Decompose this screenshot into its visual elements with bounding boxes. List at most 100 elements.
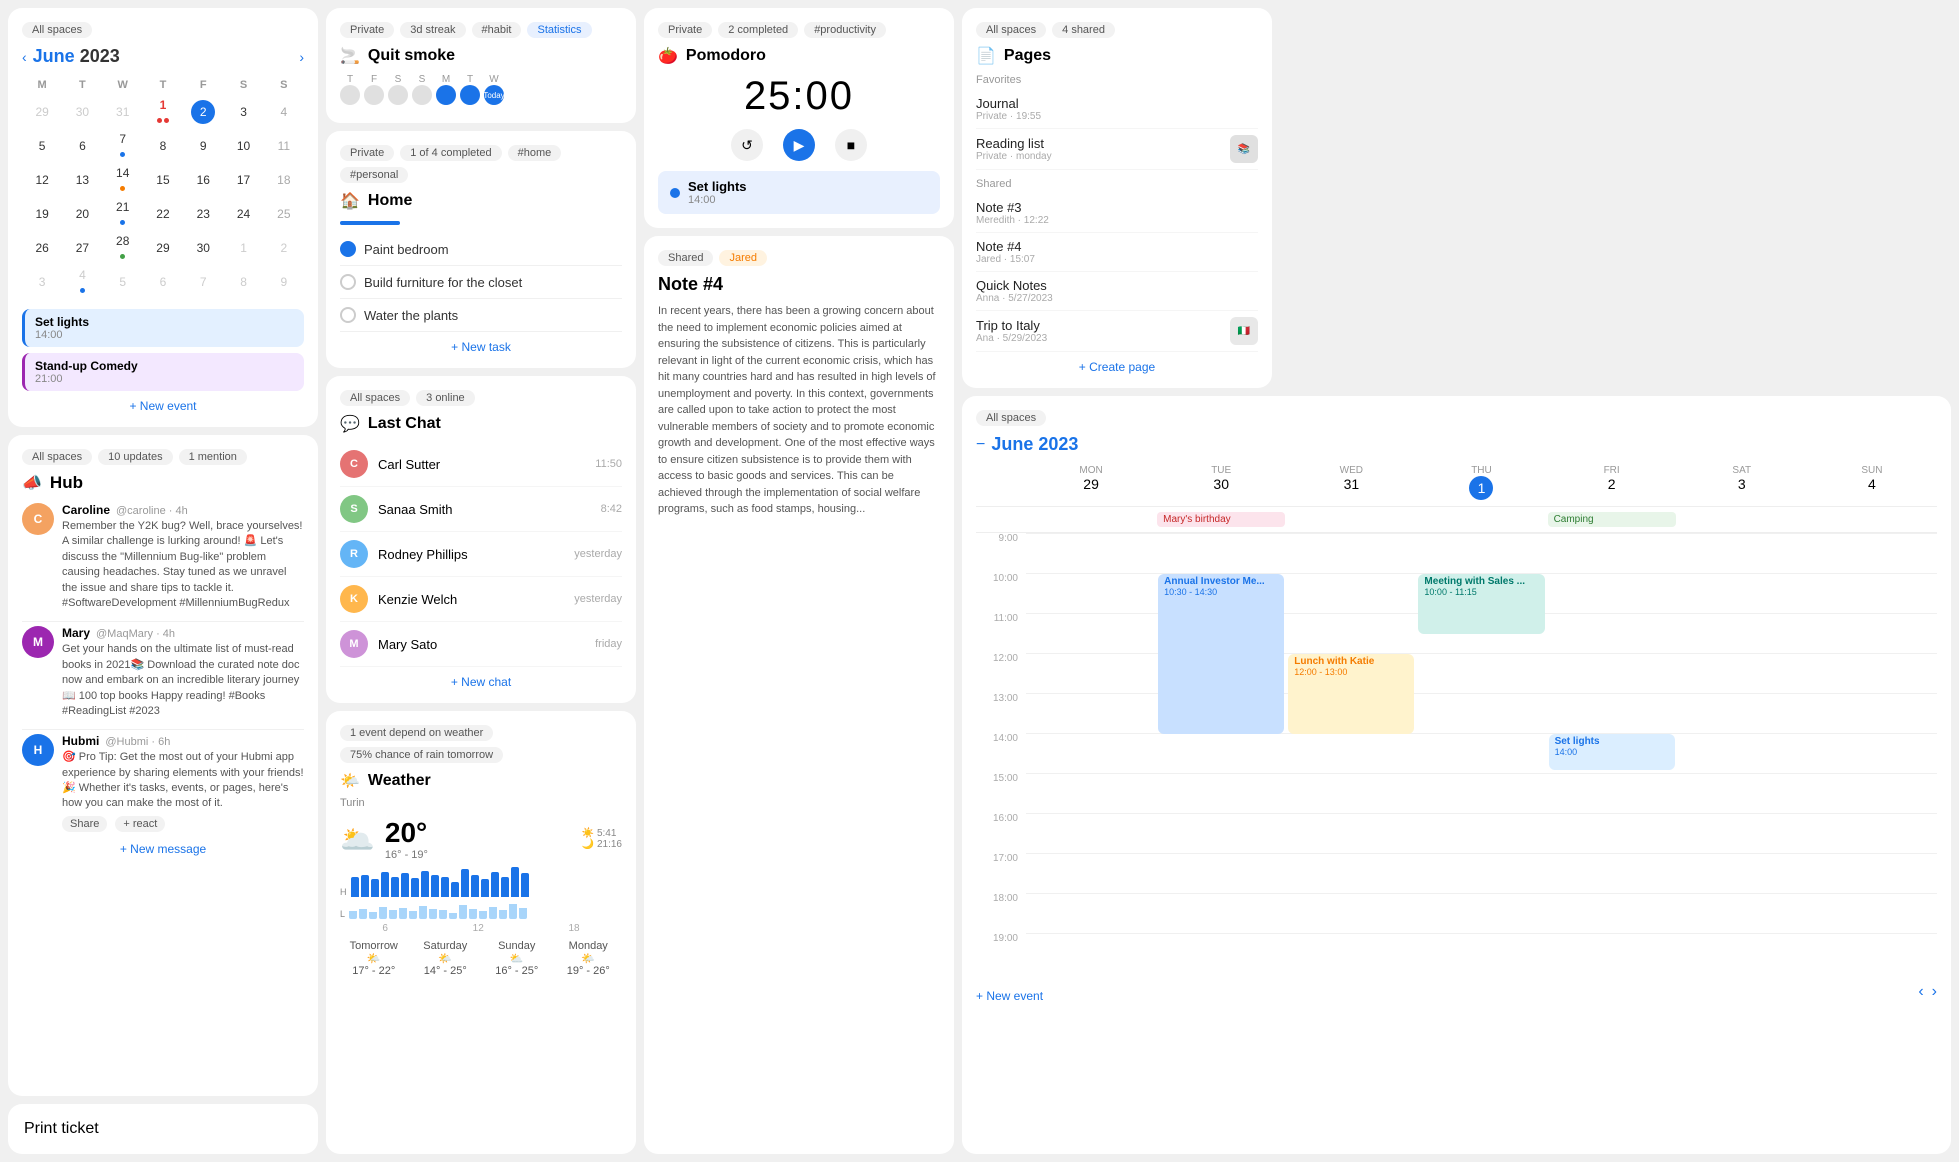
- cal-cell[interactable]: 1: [143, 95, 183, 129]
- cal-cell[interactable]: 5: [103, 265, 143, 299]
- cal-cell[interactable]: 15: [143, 163, 183, 197]
- cal-next-btn[interactable]: ›: [299, 49, 304, 65]
- note4-title: Note #4: [658, 274, 940, 295]
- week-next-btn[interactable]: ›: [1932, 983, 1937, 1001]
- week-prev-btn[interactable]: ‹: [1918, 983, 1923, 1001]
- event-standup-comedy[interactable]: Stand-up Comedy 21:00: [22, 353, 304, 391]
- task-checkbox[interactable]: [340, 274, 356, 290]
- pomo-stop-btn[interactable]: ■: [835, 129, 867, 161]
- cal-cell[interactable]: 10: [223, 129, 263, 163]
- time-label-18: 18:00: [976, 893, 1026, 933]
- allday-event-camping[interactable]: Camping: [1548, 512, 1676, 527]
- cal-cell[interactable]: 5: [22, 129, 62, 163]
- create-page-link[interactable]: + Create page: [976, 360, 1258, 374]
- event-set-lights-week[interactable]: Set lights 14:00: [1549, 734, 1675, 770]
- page-item-journal[interactable]: Journal Private · 19:55: [976, 90, 1258, 129]
- cal-cell[interactable]: 8: [143, 129, 183, 163]
- event-investor[interactable]: Annual Investor Me... 10:30 - 14:30: [1158, 574, 1284, 734]
- cal-cell[interactable]: 31: [103, 95, 143, 129]
- cal-cell[interactable]: 25: [264, 197, 304, 231]
- cal-cell[interactable]: 1: [223, 231, 263, 265]
- cal-cell[interactable]: 3: [223, 95, 263, 129]
- cal-cell[interactable]: 27: [62, 231, 102, 265]
- cal-cell[interactable]: 7: [183, 265, 223, 299]
- new-event-link[interactable]: + New event: [22, 399, 304, 413]
- cal-cell[interactable]: 9: [183, 129, 223, 163]
- task-checkbox[interactable]: [340, 307, 356, 323]
- cal-cell[interactable]: 19: [22, 197, 62, 231]
- streak-day-today: W: [484, 74, 504, 85]
- cal-cell[interactable]: 29: [22, 95, 62, 129]
- week-cell: [1547, 933, 1677, 973]
- page-item-readinglist[interactable]: Reading list Private · monday 📚: [976, 129, 1258, 170]
- page-item-note3[interactable]: Note #3 Meredith · 12:22: [976, 194, 1258, 233]
- chat-item-kenzie[interactable]: K Kenzie Welch yesterday: [340, 577, 622, 622]
- cal-cell[interactable]: 2: [264, 231, 304, 265]
- stats-badge[interactable]: Statistics: [527, 22, 591, 38]
- cal-cell[interactable]: 20: [62, 197, 102, 231]
- page-item-quicknotes[interactable]: Quick Notes Anna · 5/27/2023: [976, 272, 1258, 311]
- hub-share-btn[interactable]: Share: [62, 816, 107, 832]
- cal-cell[interactable]: 4: [62, 265, 102, 299]
- chat-all-spaces-badge: All spaces: [340, 390, 410, 406]
- cal-cell[interactable]: 12: [22, 163, 62, 197]
- cal-cell[interactable]: 23: [183, 197, 223, 231]
- page-item-tripitaly[interactable]: Trip to Italy Ana · 5/29/2023 🇮🇹: [976, 311, 1258, 352]
- task-paint-bedroom[interactable]: Paint bedroom: [340, 233, 622, 266]
- event-meeting-sales[interactable]: Meeting with Sales ... 10:00 - 11:15: [1418, 574, 1544, 634]
- pomo-play-btn[interactable]: ▶: [783, 129, 815, 161]
- cal-cell[interactable]: 6: [143, 265, 183, 299]
- cal-cell[interactable]: 7: [103, 129, 143, 163]
- cal-cell[interactable]: 11: [264, 129, 304, 163]
- event-lunch-katie[interactable]: Lunch with Katie 12:00 - 13:00: [1288, 654, 1414, 734]
- new-chat-link[interactable]: + New chat: [340, 675, 622, 689]
- task-build-furniture[interactable]: Build furniture for the closet: [340, 266, 622, 299]
- week-cell: [1677, 933, 1807, 973]
- new-message-link[interactable]: + New message: [22, 842, 304, 856]
- set-lights-event[interactable]: Set lights 14:00: [658, 171, 940, 214]
- event-set-lights[interactable]: Set lights 14:00: [22, 309, 304, 347]
- cal-cell[interactable]: 16: [183, 163, 223, 197]
- cal-prev-btn[interactable]: ‹: [22, 49, 27, 65]
- day-header-s: S: [223, 75, 263, 95]
- avatar-rodney: R: [340, 540, 368, 568]
- chat-item-sanaa[interactable]: S Sanaa Smith 8:42: [340, 487, 622, 532]
- cal-cell[interactable]: 30: [62, 95, 102, 129]
- hub-react-btn[interactable]: + react: [115, 816, 165, 832]
- cal-cell[interactable]: 14: [103, 163, 143, 197]
- cal-cell[interactable]: 8: [223, 265, 263, 299]
- chat-item-rodney[interactable]: R Rodney Phillips yesterday: [340, 532, 622, 577]
- week-cell: [1677, 613, 1807, 653]
- task-water-plants[interactable]: Water the plants: [340, 299, 622, 332]
- pomo-reset-btn[interactable]: ↺: [731, 129, 763, 161]
- cal-cell[interactable]: 6: [62, 129, 102, 163]
- cal-cell[interactable]: 29: [143, 231, 183, 265]
- task-checkbox[interactable]: [340, 241, 356, 257]
- time-label-17: 17:00: [976, 853, 1026, 893]
- week-cell: [1807, 533, 1937, 573]
- allday-event-birthday[interactable]: Mary's birthday: [1157, 512, 1285, 527]
- cal-cell[interactable]: 18: [264, 163, 304, 197]
- new-event-week-link[interactable]: + New event: [976, 989, 1043, 1003]
- cal-cell[interactable]: 21: [103, 197, 143, 231]
- cal-cell[interactable]: 3: [22, 265, 62, 299]
- print-ticket-card[interactable]: Print ticket: [8, 1104, 318, 1154]
- note4-text: In recent years, there has been a growin…: [658, 303, 940, 518]
- chat-name: Carl Sutter: [378, 457, 585, 472]
- cal-cell[interactable]: 30: [183, 231, 223, 265]
- page-item-note4[interactable]: Note #4 Jared · 15:07: [976, 233, 1258, 272]
- cal-cell[interactable]: 28: [103, 231, 143, 265]
- cal-cell[interactable]: 17: [223, 163, 263, 197]
- cal-cell[interactable]: 26: [22, 231, 62, 265]
- cal-cell[interactable]: 9: [264, 265, 304, 299]
- cal-cell-today[interactable]: 2: [183, 95, 223, 129]
- cal-cell[interactable]: 4: [264, 95, 304, 129]
- cal-cell[interactable]: 24: [223, 197, 263, 231]
- new-task-link[interactable]: + New task: [340, 340, 622, 354]
- week-cell: [1156, 893, 1286, 933]
- cal-cell[interactable]: 22: [143, 197, 183, 231]
- chat-item-carl[interactable]: C Carl Sutter 11:50: [340, 442, 622, 487]
- chat-item-mary[interactable]: M Mary Sato friday: [340, 622, 622, 667]
- week-collapse-icon[interactable]: −: [976, 436, 985, 454]
- cal-cell[interactable]: 13: [62, 163, 102, 197]
